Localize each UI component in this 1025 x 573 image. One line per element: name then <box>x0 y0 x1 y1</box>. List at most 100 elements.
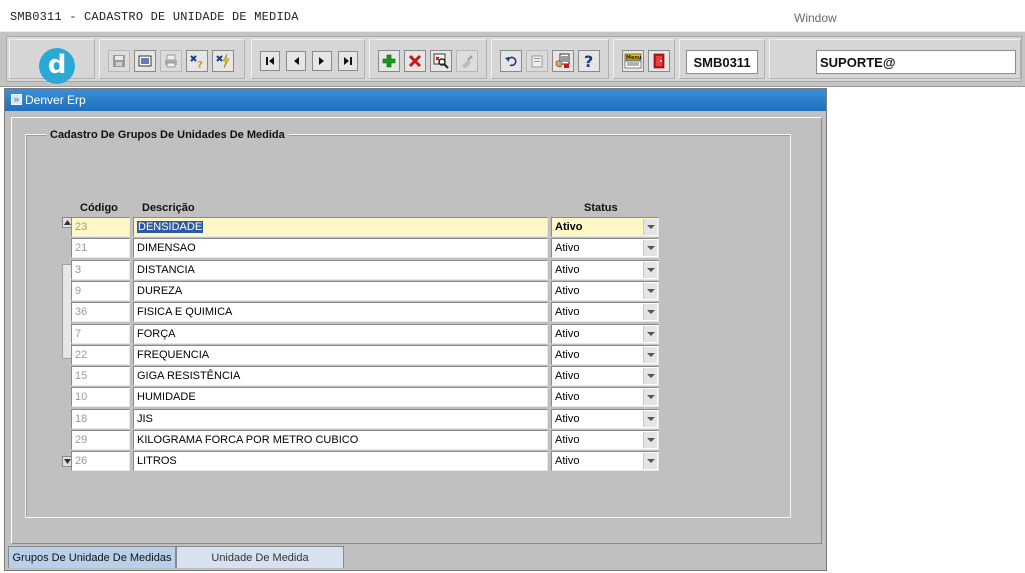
codigo-field[interactable]: 36 <box>71 302 130 322</box>
main-window-title: Denver Erp <box>25 93 86 107</box>
descricao-field[interactable]: DENSIDADE <box>133 217 548 237</box>
codigo-field[interactable]: 9 <box>71 281 130 301</box>
tab-grupos-unidade-medidas[interactable]: Grupos De Unidade De Medidas <box>8 546 176 568</box>
form-code: SMB0311 <box>686 50 758 74</box>
codigo-field[interactable]: 23 <box>71 217 130 237</box>
svg-text:Menu: Menu <box>626 55 642 61</box>
previous-record-icon[interactable] <box>286 51 306 71</box>
menu-icon[interactable]: Menu <box>622 50 644 72</box>
chevron-down-icon[interactable] <box>643 304 657 320</box>
group-title: Cadastro De Grupos De Unidades De Medida <box>46 129 289 141</box>
column-header-codigo: Código <box>80 202 118 214</box>
insert-record-icon[interactable] <box>378 50 400 72</box>
descricao-field[interactable]: DIMENSAO <box>133 238 548 258</box>
status-value: Ativo <box>555 413 580 425</box>
status-value: Ativo <box>555 349 580 361</box>
print-icon[interactable] <box>160 50 182 72</box>
status-value: Ativo <box>555 434 580 446</box>
codigo-field[interactable]: 10 <box>71 387 130 407</box>
status-select[interactable]: Ativo <box>551 387 659 407</box>
descricao-field[interactable]: DUREZA <box>133 281 548 301</box>
descricao-text: GIGA RESISTÊNCIA <box>137 370 241 382</box>
chevron-down-icon[interactable] <box>643 283 657 299</box>
exit-icon[interactable] <box>648 50 670 72</box>
status-select[interactable]: Ativo <box>551 238 659 258</box>
copy-icon[interactable] <box>526 50 548 72</box>
first-record-icon[interactable] <box>260 51 280 71</box>
status-value: Ativo <box>555 221 583 233</box>
descricao-field[interactable]: FORÇA <box>133 324 548 344</box>
delete-record-icon[interactable] <box>404 50 426 72</box>
next-record-icon[interactable] <box>312 51 332 71</box>
print-preview-icon[interactable] <box>134 50 156 72</box>
main-titlebar[interactable]: » Denver Erp <box>5 89 826 111</box>
codigo-field[interactable]: 29 <box>71 430 130 450</box>
tab-bar: Grupos De Unidade De Medidas Unidade De … <box>5 545 826 570</box>
status-value: Ativo <box>555 391 580 403</box>
status-value: Ativo <box>555 285 580 297</box>
descricao-field[interactable]: GIGA RESISTÊNCIA <box>133 366 548 386</box>
descricao-text: DISTANCIA <box>137 264 195 276</box>
window-menu[interactable]: Window <box>794 11 837 25</box>
chevron-down-icon[interactable] <box>643 411 657 427</box>
help-query-icon[interactable]: ? <box>186 50 208 72</box>
list-values-icon[interactable] <box>552 50 574 72</box>
codigo-field[interactable]: 3 <box>71 260 130 280</box>
chevron-down-icon[interactable] <box>643 389 657 405</box>
menu-bar: SMB0311 - CADASTRO DE UNIDADE DE MEDIDA … <box>0 0 1025 32</box>
descricao-field[interactable]: FREQUENCIA <box>133 345 548 365</box>
last-record-icon[interactable] <box>338 51 358 71</box>
descricao-text: HUMIDADE <box>137 391 196 403</box>
help-icon[interactable]: ? <box>578 50 600 72</box>
chevron-down-icon[interactable] <box>643 326 657 342</box>
chevron-down-icon[interactable] <box>643 219 657 235</box>
chevron-down-icon[interactable] <box>643 240 657 256</box>
status-select[interactable]: Ativo <box>551 324 659 344</box>
chevron-down-icon[interactable] <box>643 347 657 363</box>
form-code-group: SMB0311 <box>679 39 765 79</box>
chevron-down-icon[interactable] <box>643 368 657 384</box>
descricao-text: LITROS <box>137 455 177 467</box>
descricao-field[interactable]: HUMIDADE <box>133 387 548 407</box>
svg-text:?: ? <box>197 60 203 69</box>
descricao-field[interactable]: LITROS <box>133 451 548 471</box>
codigo-field[interactable]: 22 <box>71 345 130 365</box>
status-select[interactable]: Ativo <box>551 451 659 471</box>
toolbar: d ? ? Menu SMB0311 SUPORTE@ <box>0 31 1025 87</box>
execute-icon[interactable] <box>212 50 234 72</box>
undo-icon[interactable] <box>500 50 522 72</box>
status-select[interactable]: Ativo <box>551 366 659 386</box>
status-select[interactable]: Ativo <box>551 281 659 301</box>
descricao-text: FISICA E QUIMICA <box>137 306 233 318</box>
save-icon[interactable] <box>108 50 130 72</box>
status-select[interactable]: Ativo <box>551 409 659 429</box>
status-value: Ativo <box>555 264 580 276</box>
codigo-field[interactable]: 26 <box>71 451 130 471</box>
clear-icon[interactable] <box>456 50 478 72</box>
status-select[interactable]: Ativo <box>551 430 659 450</box>
chevron-down-icon[interactable] <box>643 432 657 448</box>
descricao-text: DENSIDADE <box>137 221 204 233</box>
query-icon[interactable] <box>430 50 452 72</box>
descricao-text: KILOGRAMA FORCA POR METRO CUBICO <box>137 434 359 446</box>
utility-group: ? <box>491 39 609 79</box>
descricao-field[interactable]: JIS <box>133 409 548 429</box>
status-select[interactable]: Ativo <box>551 345 659 365</box>
status-select[interactable]: Ativo <box>551 302 659 322</box>
record-group <box>369 39 487 79</box>
tab-unidade-medida[interactable]: Unidade De Medida <box>176 546 344 568</box>
svg-text:?: ? <box>584 53 593 69</box>
chevron-down-icon[interactable] <box>643 262 657 278</box>
chevron-down-icon[interactable] <box>643 453 657 469</box>
descricao-field[interactable]: FISICA E QUIMICA <box>133 302 548 322</box>
descricao-field[interactable]: DISTANCIA <box>133 260 548 280</box>
codigo-field[interactable]: 18 <box>71 409 130 429</box>
status-select[interactable]: Ativo <box>551 217 659 237</box>
status-select[interactable]: Ativo <box>551 260 659 280</box>
codigo-field[interactable]: 7 <box>71 324 130 344</box>
descricao-text: FORÇA <box>137 328 176 340</box>
codigo-field[interactable]: 21 <box>71 238 130 258</box>
codigo-field[interactable]: 15 <box>71 366 130 386</box>
descricao-field[interactable]: KILOGRAMA FORCA POR METRO CUBICO <box>133 430 548 450</box>
status-value: Ativo <box>555 328 580 340</box>
